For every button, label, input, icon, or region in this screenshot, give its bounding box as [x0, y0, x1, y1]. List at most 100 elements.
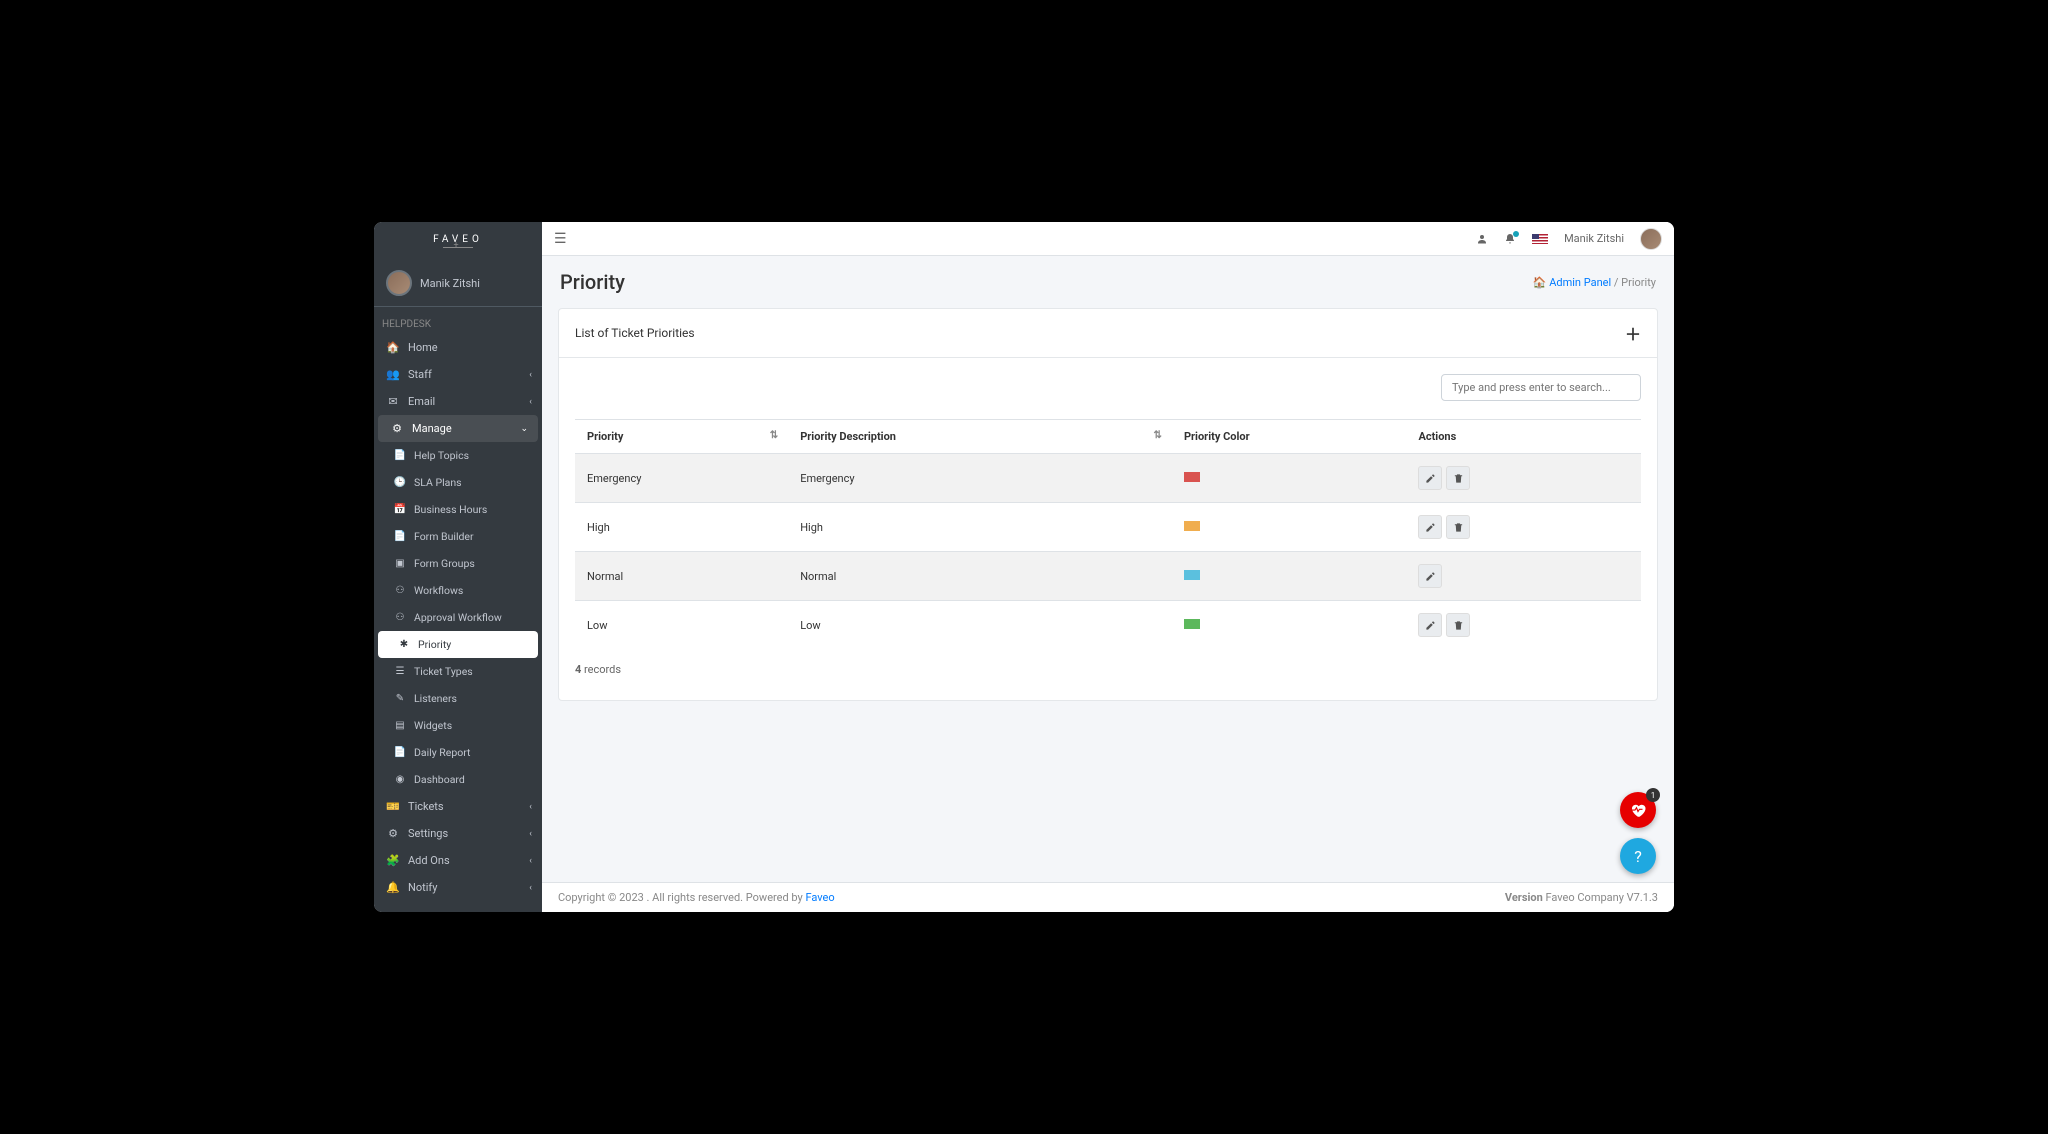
user-icon[interactable] — [1476, 233, 1488, 245]
edit-button[interactable] — [1418, 613, 1442, 637]
sidebar-item-label: Approval Workflow — [414, 611, 502, 624]
card-header: List of Ticket Priorities ＋ — [559, 309, 1657, 358]
health-fab[interactable]: 1 — [1620, 792, 1656, 828]
bell-icon: 🔔 — [384, 881, 402, 894]
sub-item-widgets[interactable]: ▤Widgets — [374, 712, 542, 739]
sub-item-form-builder[interactable]: 📄 Form Builder — [374, 523, 542, 550]
search-input[interactable] — [1441, 374, 1641, 401]
pencil-icon: ✎ — [392, 693, 408, 704]
sidebar-item-label: Notify — [408, 881, 437, 894]
cell-color — [1172, 503, 1407, 552]
sidebar-item-email[interactable]: ✉ Email ‹ — [374, 388, 542, 415]
sub-item-form-groups[interactable]: ▣Form Groups — [374, 550, 542, 577]
breadcrumb: 🏠 Admin Panel / Priority — [1533, 276, 1656, 289]
sidebar-item-label: Add Ons — [408, 854, 450, 867]
sub-item-approval-workflow[interactable]: ⚇Approval Workflow — [374, 604, 542, 631]
topbar-avatar[interactable] — [1640, 228, 1662, 250]
sidebar-item-settings[interactable]: ⚙ Settings ‹ — [374, 820, 542, 847]
sub-item-priority[interactable]: ✱Priority — [378, 631, 538, 658]
sub-item-sla-plans[interactable]: 🕒SLA Plans — [374, 469, 542, 496]
chevron-left-icon: ‹ — [529, 397, 532, 407]
page-title: Priority — [560, 270, 625, 294]
ticket-icon: 🎫 — [384, 800, 402, 813]
calendar-icon: 📅 — [392, 504, 408, 515]
sidebar-item-label: Ticket Types — [414, 665, 473, 678]
cell-priority: Normal — [575, 552, 788, 601]
footer-copyright: Copyright © 2023 . All rights reserved. … — [558, 891, 835, 904]
sub-item-daily-report[interactable]: 📄Daily Report — [374, 739, 542, 766]
sub-item-dashboard[interactable]: ◉Dashboard — [374, 766, 542, 793]
col-priority[interactable]: Priority⇅ — [575, 420, 788, 454]
cell-description: Normal — [788, 552, 1172, 601]
sidebar-item-label: Daily Report — [414, 746, 470, 759]
sidebar-item-label: Listeners — [414, 692, 457, 705]
sub-item-ticket-types[interactable]: ☰Ticket Types — [374, 658, 542, 685]
color-swatch — [1184, 570, 1200, 580]
hamburger-icon[interactable]: ☰ — [554, 231, 567, 247]
sidebar-item-label: Settings — [408, 827, 448, 840]
chevron-left-icon: ‹ — [529, 856, 532, 866]
sidebar-item-label: Tickets — [408, 800, 444, 813]
topbar-user-name[interactable]: Manik Zitshi — [1564, 232, 1624, 245]
col-actions: Actions — [1406, 420, 1641, 454]
help-fab[interactable]: ? — [1620, 838, 1656, 874]
topbar: ☰ Manik Zitshi — [542, 222, 1674, 256]
sidebar-item-home[interactable]: 🏠 Home — [374, 334, 542, 361]
priority-table: Priority⇅ Priority Description⇅ Priority… — [575, 419, 1641, 649]
sidebar-item-label: Dashboard — [414, 773, 465, 786]
edit-button[interactable] — [1418, 515, 1442, 539]
sub-item-listeners[interactable]: ✎ Listeners — [374, 685, 542, 712]
chevron-left-icon: ‹ — [529, 370, 532, 380]
sub-item-workflows[interactable]: ⚇Workflows — [374, 577, 542, 604]
breadcrumb-link[interactable]: Admin Panel — [1549, 276, 1611, 289]
breadcrumb-current: Priority — [1621, 276, 1656, 289]
email-icon: ✉ — [384, 395, 402, 408]
manage-icon: ⚙ — [388, 422, 406, 435]
sort-icon: ⇅ — [1154, 430, 1162, 441]
flag-icon[interactable] — [1532, 234, 1548, 244]
chevron-left-icon: ‹ — [529, 802, 532, 812]
cell-description: High — [788, 503, 1172, 552]
chevron-left-icon: ‹ — [529, 883, 532, 893]
sidebar-user[interactable]: Manik Zitshi — [374, 260, 542, 307]
clock-icon: 🕒 — [392, 477, 408, 488]
delete-button[interactable] — [1446, 466, 1470, 490]
delete-button[interactable] — [1446, 515, 1470, 539]
cell-priority: Low — [575, 601, 788, 650]
footer-version: Version Faveo Company V7.1.3 — [1505, 891, 1658, 904]
notification-dot — [1513, 231, 1519, 237]
color-swatch — [1184, 472, 1200, 482]
cell-color — [1172, 454, 1407, 503]
sidebar-item-label: Workflows — [414, 584, 463, 597]
sidebar-item-tickets[interactable]: 🎫 Tickets ‹ — [374, 793, 542, 820]
color-swatch — [1184, 619, 1200, 629]
sidebar-item-addons[interactable]: 🧩 Add Ons ‹ — [374, 847, 542, 874]
chevron-left-icon: ‹ — [529, 829, 532, 839]
table-row: EmergencyEmergency — [575, 454, 1641, 503]
delete-button[interactable] — [1446, 613, 1470, 637]
sidebar-item-label: Form Builder — [414, 530, 474, 543]
col-color: Priority Color — [1172, 420, 1407, 454]
color-swatch — [1184, 521, 1200, 531]
form-icon: 📄 — [392, 531, 408, 542]
sidebar: FAVEO Manik Zitshi HELPDESK 🏠 Home 👥 Sta… — [374, 222, 542, 912]
edit-button[interactable] — [1418, 564, 1442, 588]
sidebar-item-manage[interactable]: ⚙ Manage ⌄ — [378, 415, 538, 442]
sidebar-item-label: Home — [408, 341, 438, 354]
cell-color — [1172, 552, 1407, 601]
add-button[interactable]: ＋ — [1625, 321, 1641, 345]
sidebar-item-label: Email — [408, 395, 435, 408]
sub-item-business-hours[interactable]: 📅Business Hours — [374, 496, 542, 523]
cell-actions — [1406, 552, 1641, 601]
notifications-icon[interactable] — [1504, 233, 1516, 245]
puzzle-icon: 🧩 — [384, 854, 402, 867]
col-description[interactable]: Priority Description⇅ — [788, 420, 1172, 454]
sidebar-section-label: HELPDESK — [374, 307, 542, 334]
sidebar-item-notify[interactable]: 🔔 Notify ‹ — [374, 874, 542, 901]
sidebar-item-label: Form Groups — [414, 557, 475, 570]
footer-link[interactable]: Faveo — [805, 891, 834, 904]
edit-button[interactable] — [1418, 466, 1442, 490]
sidebar-item-staff[interactable]: 👥 Staff ‹ — [374, 361, 542, 388]
sub-item-help-topics[interactable]: 📄Help Topics — [374, 442, 542, 469]
home-icon: 🏠 — [1533, 276, 1547, 289]
